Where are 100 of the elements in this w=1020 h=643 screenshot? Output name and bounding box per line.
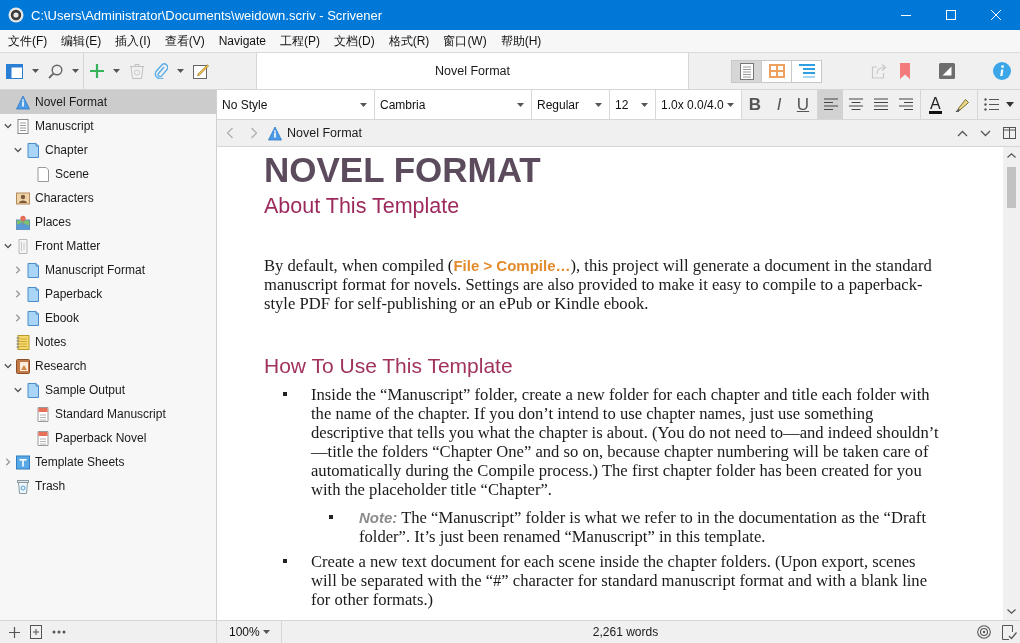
binder-item[interactable]: Paperback (0, 282, 216, 306)
chevron-icon[interactable] (4, 122, 12, 130)
add-document-icon[interactable] (30, 625, 42, 639)
chevron-down-icon[interactable] (980, 129, 991, 137)
binder-item[interactable]: Front Matter (0, 234, 216, 258)
binder-item[interactable]: Manuscript (0, 114, 216, 138)
window-title: C:\Users\Administrator\Documents\weidown.scriv - Scrivener (31, 7, 383, 23)
folder-page-icon (26, 142, 40, 158)
bold-button[interactable]: B (743, 90, 767, 119)
maximize-icon[interactable] (946, 10, 956, 20)
info-triangle-icon (16, 94, 30, 110)
document-title: Novel Format (435, 64, 510, 78)
paperclip-icon[interactable] (154, 63, 168, 79)
scrollbar-thumb[interactable] (1007, 167, 1016, 208)
binder-item[interactable]: Ebook (0, 306, 216, 330)
more-icon[interactable] (52, 630, 66, 634)
chevron-icon[interactable] (14, 386, 22, 394)
font-style-dropdown[interactable]: Regular (532, 90, 610, 119)
menu-item[interactable]: 帮助(H) (493, 32, 549, 50)
binder-item[interactable]: Template Sheets (0, 450, 216, 474)
plus-icon[interactable] (9, 626, 20, 638)
menu-item[interactable]: 窗口(W) (436, 32, 494, 50)
menu-item[interactable]: 查看(V) (157, 32, 212, 50)
chevron-up-icon[interactable] (957, 129, 968, 137)
highlighter-icon[interactable] (953, 96, 970, 113)
caret-icon[interactable] (360, 102, 367, 107)
folder-page-icon (26, 262, 40, 278)
binder-item[interactable]: Novel Format (0, 90, 216, 114)
zoom-dropdown[interactable]: 100% (217, 621, 282, 643)
document-view-button[interactable] (731, 59, 762, 83)
chevron-icon[interactable] (4, 242, 12, 250)
info-icon[interactable] (993, 62, 1011, 80)
caret-icon[interactable] (72, 69, 79, 73)
underline-button[interactable]: U (791, 90, 815, 119)
caret-icon[interactable] (1005, 102, 1014, 107)
bullet-icon (283, 559, 287, 563)
word-count: 2,261 words (592, 625, 659, 639)
scroll-down-icon[interactable] (1007, 609, 1016, 614)
binder-item[interactable]: Characters (0, 186, 216, 210)
search-icon[interactable] (48, 63, 63, 79)
caret-icon[interactable] (641, 102, 648, 107)
chevron-icon[interactable] (4, 362, 12, 370)
align-left-icon (823, 98, 838, 111)
target-icon[interactable] (977, 625, 991, 639)
menu-item[interactable]: 格式(R) (381, 32, 437, 50)
caret-icon[interactable] (595, 102, 602, 107)
menu-item[interactable]: 文档(D) (327, 32, 382, 50)
chevron-icon[interactable] (14, 146, 22, 154)
line-spacing-dropdown[interactable]: 1.0x 0.0/4.0 (656, 90, 742, 119)
diagonal-square-icon[interactable] (939, 63, 955, 79)
binder-item[interactable]: Notes (0, 330, 216, 354)
outline-icon (798, 64, 815, 78)
binder-item[interactable]: Manuscript Format (0, 258, 216, 282)
scroll-up-icon[interactable] (1007, 153, 1016, 158)
caret-icon[interactable] (517, 102, 524, 107)
caret-icon[interactable] (263, 630, 270, 634)
menu-item[interactable]: 编辑(E) (54, 32, 109, 50)
faded-page-icon (16, 238, 30, 254)
caret-icon[interactable] (32, 69, 39, 73)
binder-item[interactable]: Sample Output (0, 378, 216, 402)
notebook-icon (16, 334, 30, 350)
document-check-icon[interactable] (1002, 624, 1017, 640)
pencil-note-icon[interactable] (193, 63, 209, 79)
split-view-icon[interactable] (1003, 127, 1016, 139)
scrollbar[interactable] (1003, 147, 1020, 620)
align-left-button[interactable] (818, 90, 843, 119)
caret-icon[interactable] (177, 69, 184, 73)
sidebar-layout-icon[interactable] (6, 63, 23, 79)
bullet-list-icon[interactable] (983, 98, 999, 111)
bullet-icon (329, 515, 333, 519)
binder-item[interactable]: Research (0, 354, 216, 378)
page-lines-icon (739, 62, 754, 80)
paragraph-style-dropdown[interactable]: No Style (217, 90, 375, 119)
blank-page-icon (36, 166, 50, 182)
map-pin-icon (16, 214, 30, 230)
folder-page-icon (26, 382, 40, 398)
close-icon[interactable] (991, 10, 1001, 20)
bullet-icon (283, 392, 287, 396)
font-family-dropdown[interactable]: Cambria (375, 90, 532, 119)
text-color-button[interactable]: A (929, 95, 942, 114)
binder-item[interactable]: Paperback Novel (0, 426, 216, 450)
book-icon (16, 358, 30, 374)
binder-item[interactable]: Scene (0, 162, 216, 186)
menu-item[interactable]: 文件(F) (1, 32, 55, 50)
binder-item[interactable]: Trash (0, 474, 216, 498)
align-justify-icon (873, 98, 888, 111)
menu-item[interactable]: 插入(I) (108, 32, 158, 50)
italic-button[interactable]: I (767, 90, 791, 119)
align-center-icon (848, 98, 863, 111)
binder-item[interactable]: Chapter (0, 138, 216, 162)
portrait-card-icon (16, 190, 30, 206)
caret-icon[interactable] (727, 102, 734, 107)
outline-view-button[interactable] (791, 59, 822, 83)
binder-item[interactable]: Standard Manuscript (0, 402, 216, 426)
menu-item[interactable]: Navigate (211, 34, 274, 48)
font-size-dropdown[interactable]: 12 (610, 90, 656, 119)
caret-icon[interactable] (113, 69, 120, 73)
menu-item[interactable]: 工程(P) (273, 32, 328, 50)
binder-item[interactable]: Places (0, 210, 216, 234)
folder-page-icon (26, 286, 40, 302)
